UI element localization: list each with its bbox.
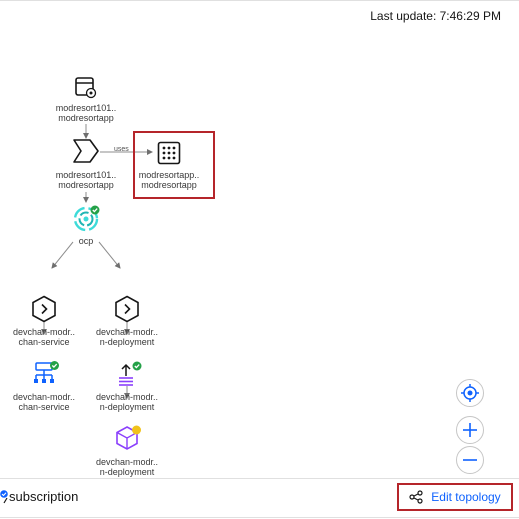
- pod-cube-icon: [116, 425, 141, 450]
- node-label: devchan-modr.. n-deployment: [82, 457, 172, 477]
- subscription-chevron-icon: [73, 139, 99, 163]
- legend-subscription: subscription: [0, 489, 78, 504]
- openshift-cluster-icon: [73, 205, 100, 232]
- plus-icon: [463, 423, 477, 437]
- node-name: ocp: [78, 236, 94, 246]
- node-name: devchan-modr..: [95, 392, 159, 402]
- deployment-chevron-icon: [115, 295, 139, 323]
- node-namespace: modresortapp: [58, 113, 114, 123]
- node-namespace: modresortapp: [58, 180, 114, 190]
- application-config-icon: [75, 77, 97, 99]
- node-namespace: chan-service: [18, 402, 70, 412]
- node-pod[interactable]: [115, 424, 143, 452]
- node-name: devchan-modr..: [95, 457, 159, 467]
- node-label: devchan-modr.. chan-service: [0, 327, 89, 347]
- node-application[interactable]: [157, 141, 181, 165]
- node-namespace: chan-service: [18, 337, 70, 347]
- node-namespace: n-deployment: [99, 337, 155, 347]
- edge-label-uses: uses: [114, 146, 129, 153]
- node-label: devchan-modr.. n-deployment: [82, 327, 172, 347]
- status-ok-icon: [132, 361, 142, 371]
- node-namespace: n-deployment: [99, 402, 155, 412]
- node-app-config[interactable]: [74, 77, 98, 99]
- deployment-icon: [119, 361, 142, 386]
- status-ok-icon: [90, 205, 100, 215]
- zoom-out-button[interactable]: [456, 446, 484, 474]
- status-ok-icon: [50, 361, 59, 370]
- bottom-divider: [0, 517, 519, 518]
- node-service-chevron[interactable]: [31, 295, 57, 323]
- node-name: devchan-modr..: [12, 327, 76, 337]
- topology-canvas[interactable]: uses modresort101.. modresortapp modreso…: [0, 25, 519, 477]
- node-label: modresortapp.. modresortapp: [124, 170, 214, 190]
- node-namespace: modresortapp: [141, 180, 197, 190]
- status-pending-icon: [132, 425, 141, 435]
- minus-icon: [463, 459, 477, 461]
- node-service[interactable]: [32, 360, 60, 386]
- node-name: devchan-modr..: [12, 392, 76, 402]
- edit-topology-button[interactable]: Edit topology: [397, 483, 513, 511]
- node-name: modresort101..: [55, 103, 117, 113]
- node-namespace: n-deployment: [99, 467, 155, 477]
- node-label: ocp: [41, 236, 131, 246]
- legend-subscription-label: subscription: [9, 489, 79, 504]
- footer-divider: [0, 478, 519, 479]
- node-label: modresort101.. modresortapp: [41, 103, 131, 123]
- node-label: devchan-modr.. chan-service: [0, 392, 89, 412]
- node-cluster[interactable]: [73, 204, 101, 232]
- node-name: devchan-modr..: [95, 327, 159, 337]
- edit-topology-label: Edit topology: [431, 490, 501, 504]
- check-badge-icon: [0, 489, 8, 503]
- node-name: modresortapp..: [138, 170, 200, 180]
- application-grid-icon: [157, 141, 181, 165]
- node-name: modresort101..: [55, 170, 117, 180]
- node-label: modresort101.. modresortapp: [41, 170, 131, 190]
- center-view-button[interactable]: [456, 379, 484, 407]
- service-chevron-icon: [32, 295, 56, 323]
- last-update-text: Last update: 7:46:29 PM: [370, 9, 501, 23]
- top-divider: [0, 0, 519, 1]
- node-deployment[interactable]: [116, 360, 144, 388]
- share-nodes-icon: [409, 490, 423, 504]
- service-network-icon: [34, 361, 59, 383]
- node-subscription[interactable]: [72, 138, 100, 164]
- node-label: devchan-modr.. n-deployment: [82, 392, 172, 412]
- zoom-in-button[interactable]: [456, 416, 484, 444]
- target-icon: [461, 384, 479, 402]
- node-deployment-chevron[interactable]: [114, 295, 140, 323]
